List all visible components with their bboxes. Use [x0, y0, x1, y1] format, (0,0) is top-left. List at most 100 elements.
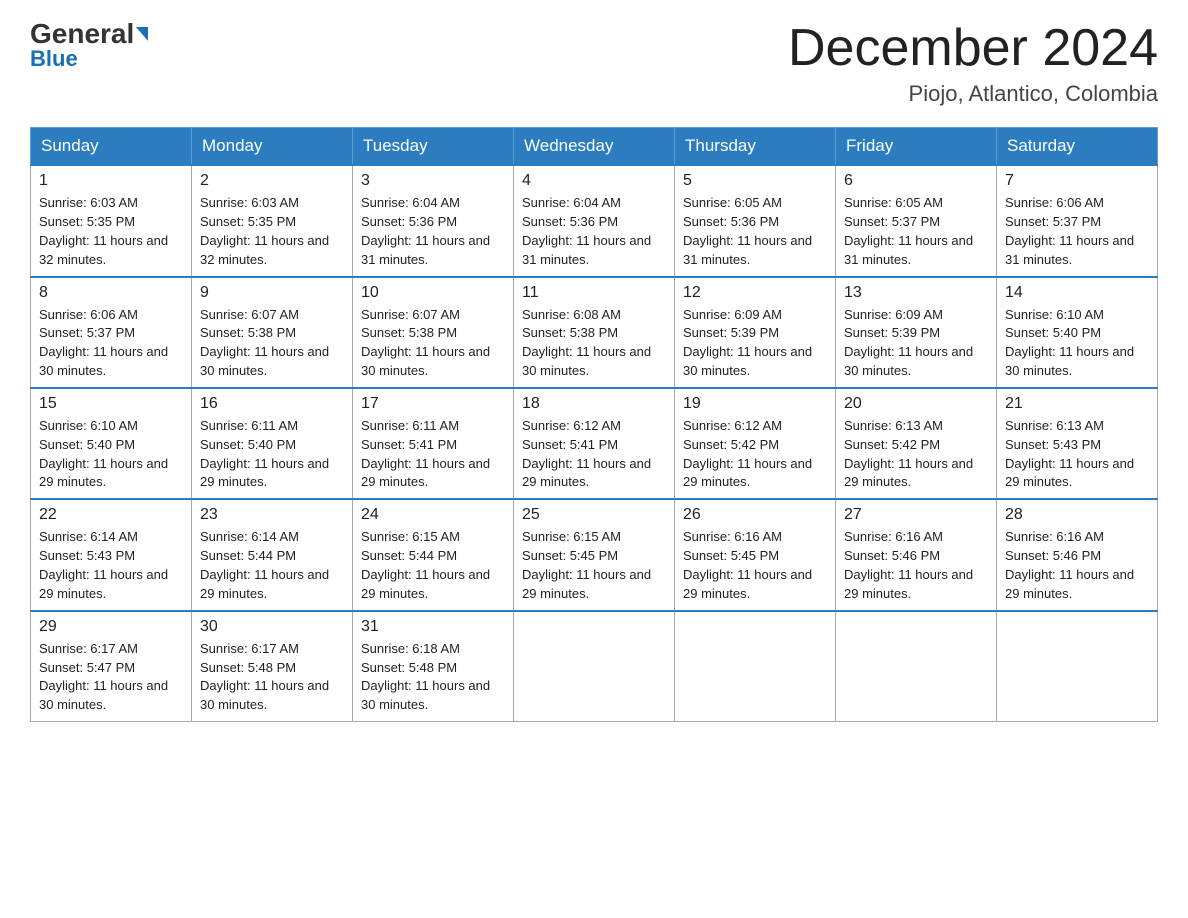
- day-number: 13: [844, 284, 988, 302]
- day-number: 10: [361, 284, 505, 302]
- day-info: Sunrise: 6:09 AM Sunset: 5:39 PM Dayligh…: [844, 306, 988, 381]
- day-cell-7: 7 Sunrise: 6:06 AM Sunset: 5:37 PM Dayli…: [997, 165, 1158, 276]
- day-number: 24: [361, 506, 505, 524]
- day-info: Sunrise: 6:16 AM Sunset: 5:46 PM Dayligh…: [844, 528, 988, 603]
- day-info: Sunrise: 6:18 AM Sunset: 5:48 PM Dayligh…: [361, 640, 505, 715]
- day-number: 3: [361, 172, 505, 190]
- weekday-header-wednesday: Wednesday: [514, 128, 675, 166]
- day-cell-2: 2 Sunrise: 6:03 AM Sunset: 5:35 PM Dayli…: [192, 165, 353, 276]
- day-number: 19: [683, 395, 827, 413]
- day-info: Sunrise: 6:07 AM Sunset: 5:38 PM Dayligh…: [200, 306, 344, 381]
- day-cell-8: 8 Sunrise: 6:06 AM Sunset: 5:37 PM Dayli…: [31, 277, 192, 388]
- day-cell-29: 29 Sunrise: 6:17 AM Sunset: 5:47 PM Dayl…: [31, 611, 192, 722]
- day-number: 2: [200, 172, 344, 190]
- location: Piojo, Atlantico, Colombia: [788, 81, 1158, 107]
- day-info: Sunrise: 6:14 AM Sunset: 5:44 PM Dayligh…: [200, 528, 344, 603]
- day-number: 18: [522, 395, 666, 413]
- day-number: 28: [1005, 506, 1149, 524]
- day-info: Sunrise: 6:05 AM Sunset: 5:37 PM Dayligh…: [844, 194, 988, 269]
- day-info: Sunrise: 6:14 AM Sunset: 5:43 PM Dayligh…: [39, 528, 183, 603]
- day-info: Sunrise: 6:13 AM Sunset: 5:42 PM Dayligh…: [844, 417, 988, 492]
- calendar-table: SundayMondayTuesdayWednesdayThursdayFrid…: [30, 127, 1158, 722]
- week-row-2: 8 Sunrise: 6:06 AM Sunset: 5:37 PM Dayli…: [31, 277, 1158, 388]
- day-number: 15: [39, 395, 183, 413]
- day-cell-17: 17 Sunrise: 6:11 AM Sunset: 5:41 PM Dayl…: [353, 388, 514, 499]
- day-cell-3: 3 Sunrise: 6:04 AM Sunset: 5:36 PM Dayli…: [353, 165, 514, 276]
- day-cell-27: 27 Sunrise: 6:16 AM Sunset: 5:46 PM Dayl…: [836, 499, 997, 610]
- day-cell-9: 9 Sunrise: 6:07 AM Sunset: 5:38 PM Dayli…: [192, 277, 353, 388]
- day-number: 26: [683, 506, 827, 524]
- day-cell-16: 16 Sunrise: 6:11 AM Sunset: 5:40 PM Dayl…: [192, 388, 353, 499]
- day-info: Sunrise: 6:04 AM Sunset: 5:36 PM Dayligh…: [361, 194, 505, 269]
- day-cell-13: 13 Sunrise: 6:09 AM Sunset: 5:39 PM Dayl…: [836, 277, 997, 388]
- day-cell-6: 6 Sunrise: 6:05 AM Sunset: 5:37 PM Dayli…: [836, 165, 997, 276]
- day-cell-25: 25 Sunrise: 6:15 AM Sunset: 5:45 PM Dayl…: [514, 499, 675, 610]
- day-cell-18: 18 Sunrise: 6:12 AM Sunset: 5:41 PM Dayl…: [514, 388, 675, 499]
- day-number: 17: [361, 395, 505, 413]
- logo-arrow-icon: [136, 27, 148, 41]
- empty-cell: [675, 611, 836, 722]
- page-header: General Blue December 2024 Piojo, Atlant…: [30, 20, 1158, 107]
- day-number: 9: [200, 284, 344, 302]
- weekday-header-friday: Friday: [836, 128, 997, 166]
- day-number: 12: [683, 284, 827, 302]
- day-info: Sunrise: 6:11 AM Sunset: 5:40 PM Dayligh…: [200, 417, 344, 492]
- day-info: Sunrise: 6:08 AM Sunset: 5:38 PM Dayligh…: [522, 306, 666, 381]
- day-info: Sunrise: 6:04 AM Sunset: 5:36 PM Dayligh…: [522, 194, 666, 269]
- week-row-4: 22 Sunrise: 6:14 AM Sunset: 5:43 PM Dayl…: [31, 499, 1158, 610]
- day-cell-11: 11 Sunrise: 6:08 AM Sunset: 5:38 PM Dayl…: [514, 277, 675, 388]
- day-info: Sunrise: 6:17 AM Sunset: 5:48 PM Dayligh…: [200, 640, 344, 715]
- day-info: Sunrise: 6:06 AM Sunset: 5:37 PM Dayligh…: [39, 306, 183, 381]
- day-number: 22: [39, 506, 183, 524]
- weekday-header-tuesday: Tuesday: [353, 128, 514, 166]
- weekday-header-thursday: Thursday: [675, 128, 836, 166]
- day-info: Sunrise: 6:10 AM Sunset: 5:40 PM Dayligh…: [39, 417, 183, 492]
- logo: General Blue: [30, 20, 148, 72]
- day-info: Sunrise: 6:12 AM Sunset: 5:41 PM Dayligh…: [522, 417, 666, 492]
- week-row-1: 1 Sunrise: 6:03 AM Sunset: 5:35 PM Dayli…: [31, 165, 1158, 276]
- day-cell-10: 10 Sunrise: 6:07 AM Sunset: 5:38 PM Dayl…: [353, 277, 514, 388]
- day-info: Sunrise: 6:15 AM Sunset: 5:44 PM Dayligh…: [361, 528, 505, 603]
- weekday-header-row: SundayMondayTuesdayWednesdayThursdayFrid…: [31, 128, 1158, 166]
- day-info: Sunrise: 6:13 AM Sunset: 5:43 PM Dayligh…: [1005, 417, 1149, 492]
- day-number: 29: [39, 618, 183, 636]
- day-cell-30: 30 Sunrise: 6:17 AM Sunset: 5:48 PM Dayl…: [192, 611, 353, 722]
- day-info: Sunrise: 6:06 AM Sunset: 5:37 PM Dayligh…: [1005, 194, 1149, 269]
- day-info: Sunrise: 6:09 AM Sunset: 5:39 PM Dayligh…: [683, 306, 827, 381]
- day-number: 6: [844, 172, 988, 190]
- weekday-header-saturday: Saturday: [997, 128, 1158, 166]
- day-info: Sunrise: 6:10 AM Sunset: 5:40 PM Dayligh…: [1005, 306, 1149, 381]
- day-number: 7: [1005, 172, 1149, 190]
- day-cell-23: 23 Sunrise: 6:14 AM Sunset: 5:44 PM Dayl…: [192, 499, 353, 610]
- weekday-header-sunday: Sunday: [31, 128, 192, 166]
- day-number: 23: [200, 506, 344, 524]
- day-cell-28: 28 Sunrise: 6:16 AM Sunset: 5:46 PM Dayl…: [997, 499, 1158, 610]
- logo-bottom-text: Blue: [30, 46, 78, 72]
- day-number: 8: [39, 284, 183, 302]
- day-number: 21: [1005, 395, 1149, 413]
- day-number: 5: [683, 172, 827, 190]
- day-info: Sunrise: 6:16 AM Sunset: 5:46 PM Dayligh…: [1005, 528, 1149, 603]
- day-info: Sunrise: 6:17 AM Sunset: 5:47 PM Dayligh…: [39, 640, 183, 715]
- day-info: Sunrise: 6:11 AM Sunset: 5:41 PM Dayligh…: [361, 417, 505, 492]
- title-area: December 2024 Piojo, Atlantico, Colombia: [788, 20, 1158, 107]
- day-info: Sunrise: 6:12 AM Sunset: 5:42 PM Dayligh…: [683, 417, 827, 492]
- day-cell-12: 12 Sunrise: 6:09 AM Sunset: 5:39 PM Dayl…: [675, 277, 836, 388]
- day-cell-20: 20 Sunrise: 6:13 AM Sunset: 5:42 PM Dayl…: [836, 388, 997, 499]
- day-cell-24: 24 Sunrise: 6:15 AM Sunset: 5:44 PM Dayl…: [353, 499, 514, 610]
- day-number: 31: [361, 618, 505, 636]
- month-title: December 2024: [788, 20, 1158, 77]
- day-info: Sunrise: 6:15 AM Sunset: 5:45 PM Dayligh…: [522, 528, 666, 603]
- day-number: 27: [844, 506, 988, 524]
- day-info: Sunrise: 6:03 AM Sunset: 5:35 PM Dayligh…: [200, 194, 344, 269]
- day-info: Sunrise: 6:03 AM Sunset: 5:35 PM Dayligh…: [39, 194, 183, 269]
- day-cell-26: 26 Sunrise: 6:16 AM Sunset: 5:45 PM Dayl…: [675, 499, 836, 610]
- weekday-header-monday: Monday: [192, 128, 353, 166]
- day-number: 11: [522, 284, 666, 302]
- day-number: 4: [522, 172, 666, 190]
- week-row-5: 29 Sunrise: 6:17 AM Sunset: 5:47 PM Dayl…: [31, 611, 1158, 722]
- empty-cell: [997, 611, 1158, 722]
- day-number: 14: [1005, 284, 1149, 302]
- day-cell-31: 31 Sunrise: 6:18 AM Sunset: 5:48 PM Dayl…: [353, 611, 514, 722]
- day-cell-22: 22 Sunrise: 6:14 AM Sunset: 5:43 PM Dayl…: [31, 499, 192, 610]
